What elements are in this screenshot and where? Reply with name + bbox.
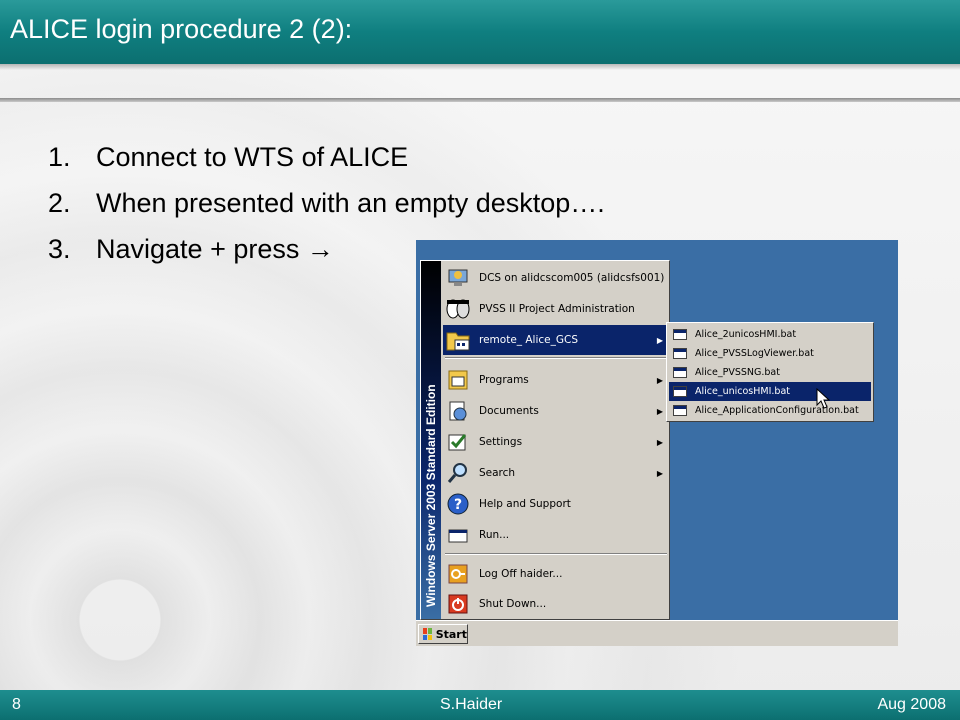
taskbar: Start <box>416 620 898 646</box>
start-menu-sidebar: Windows Server 2003 Standard Edition <box>421 261 441 619</box>
program-folder-icon <box>445 327 471 353</box>
start-menu: Windows Server 2003 Standard Edition DCS… <box>420 260 670 620</box>
title-divider <box>0 98 960 102</box>
programs-icon <box>445 367 471 393</box>
step-number: 1. <box>48 141 71 172</box>
submenu-arrow-icon: ▶ <box>656 406 663 416</box>
submenu-item[interactable]: Alice_PVSSLogViewer.bat <box>669 344 871 363</box>
footer-author: S.Haider <box>440 696 503 713</box>
submenu-item-label: Alice_unicosHMI.bat <box>695 386 790 397</box>
menu-item-label: Shut Down... <box>479 598 547 610</box>
menu-item-label: Log Off haider... <box>479 568 563 580</box>
menu-item-remote-alice-gcs[interactable]: remote_ Alice_GCS ▶ <box>443 325 669 355</box>
list-item: 2. When presented with an empty desktop…… <box>48 180 605 226</box>
start-label: Start <box>435 627 467 641</box>
menu-item-label: Settings <box>479 436 523 448</box>
footer: 8 S.Haider Aug 2008 <box>0 690 960 720</box>
batch-file-icon <box>673 367 687 378</box>
step-number: 3. <box>48 233 71 264</box>
batch-file-icon <box>673 348 687 359</box>
menu-item-documents[interactable]: Documents ▶ <box>443 396 669 426</box>
submenu-item[interactable]: Alice_PVSSNG.bat <box>669 363 871 382</box>
menu-item-help-and-support[interactable]: ? Help and Support <box>443 489 669 519</box>
menu-item-label: remote_ Alice_GCS <box>479 334 578 346</box>
step-text: When presented with an empty desktop…. <box>96 187 605 218</box>
batch-file-icon <box>673 329 687 340</box>
start-menu-screenshot: Windows Server 2003 Standard Edition DCS… <box>416 240 898 646</box>
computer-icon <box>445 265 471 291</box>
submenu-item[interactable]: Alice_2unicosHMI.bat <box>669 325 871 344</box>
batch-file-icon <box>673 386 687 397</box>
shutdown-icon <box>445 591 471 617</box>
submenu-arrow-icon: ▶ <box>656 437 663 447</box>
submenu-arrow-icon: ▶ <box>656 335 663 345</box>
submenu-item[interactable]: Alice_ApplicationConfiguration.bat <box>669 401 871 420</box>
list-item: 1. Connect to WTS of ALICE <box>48 134 605 180</box>
mouse-cursor-icon <box>816 388 830 409</box>
menu-item-dcs[interactable]: DCS on alidcscom005 (alidcsfs001) <box>443 263 669 293</box>
settings-icon <box>445 429 471 455</box>
title-bar: ALICE login procedure 2 (2): <box>0 0 960 70</box>
slide-title: ALICE login procedure 2 (2): <box>10 14 353 44</box>
submenu-item-label: Alice_PVSSLogViewer.bat <box>695 348 814 359</box>
pvss-faces-icon <box>445 296 471 322</box>
page-number: 8 <box>12 696 21 713</box>
help-icon: ? <box>445 491 471 517</box>
menu-item-run[interactable]: Run... <box>443 520 669 550</box>
sidebar-branding: Windows Server 2003 Standard Edition <box>424 384 438 607</box>
menu-item-label: Programs <box>479 374 529 386</box>
menu-item-label: PVSS II Project Administration <box>479 303 635 315</box>
submenu-item-selected[interactable]: Alice_unicosHMI.bat <box>669 382 871 401</box>
menu-item-search[interactable]: Search ▶ <box>443 458 669 488</box>
menu-item-pvss-admin[interactable]: PVSS II Project Administration <box>443 294 669 324</box>
footer-date: Aug 2008 <box>877 696 946 713</box>
sidebar-text: Windows Server 2003 Standard Edition <box>424 384 438 607</box>
submenu-arrow-icon: ▶ <box>656 468 663 478</box>
menu-item-label: Help and Support <box>479 498 571 510</box>
menu-item-programs[interactable]: Programs ▶ <box>443 365 669 395</box>
documents-icon <box>445 398 471 424</box>
menu-item-settings[interactable]: Settings ▶ <box>443 427 669 457</box>
windows-flag-icon <box>423 628 432 640</box>
menu-separator <box>445 357 667 359</box>
submenu-item-label: Alice_PVSSNG.bat <box>695 367 780 378</box>
batch-file-icon <box>673 405 687 416</box>
step-text: Navigate + press → <box>96 233 334 264</box>
search-icon <box>445 460 471 486</box>
svg-text:?: ? <box>454 497 462 513</box>
menu-item-label: DCS on alidcscom005 (alidcsfs001) <box>479 272 665 284</box>
menu-item-shut-down[interactable]: Shut Down... <box>443 589 669 619</box>
step-text: Connect to WTS of ALICE <box>96 141 409 172</box>
logoff-icon <box>445 561 471 587</box>
submenu-arrow-icon: ▶ <box>656 375 663 385</box>
start-button[interactable]: Start <box>418 624 468 644</box>
step-number: 2. <box>48 187 71 218</box>
run-icon <box>445 522 471 548</box>
submenu-item-label: Alice_ApplicationConfiguration.bat <box>695 405 859 416</box>
menu-item-label: Search <box>479 467 516 479</box>
menu-item-label: Run... <box>479 529 510 541</box>
submenu-item-label: Alice_2unicosHMI.bat <box>695 329 797 340</box>
remote-alice-gcs-submenu: Alice_2unicosHMI.bat Alice_PVSSLogViewer… <box>666 322 874 422</box>
menu-item-log-off[interactable]: Log Off haider... <box>443 559 669 589</box>
menu-separator <box>445 553 667 555</box>
menu-item-label: Documents <box>479 405 539 417</box>
